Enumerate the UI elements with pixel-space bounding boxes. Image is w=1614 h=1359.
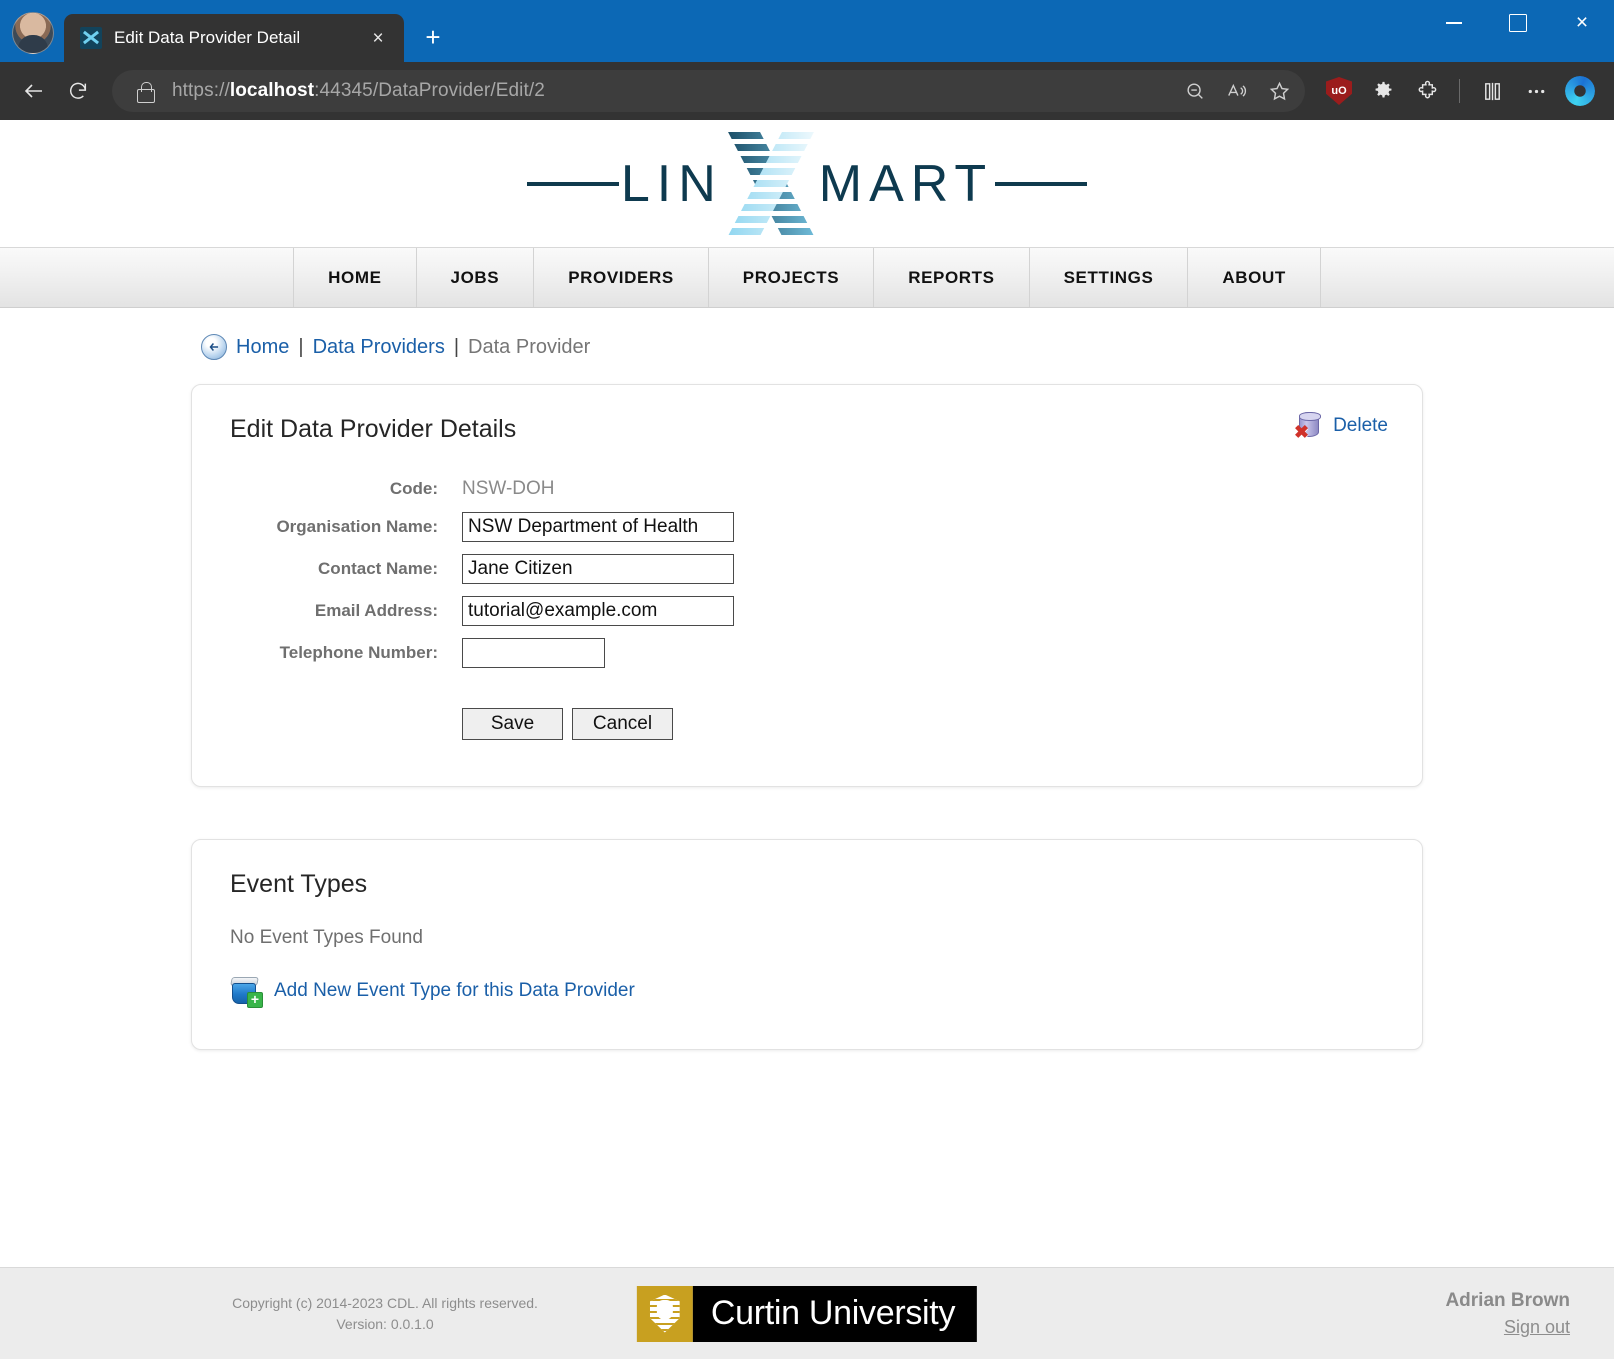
breadcrumb-separator-2: | bbox=[453, 335, 460, 358]
settings-gear-icon[interactable] bbox=[1363, 71, 1403, 111]
toolbar-divider bbox=[1459, 79, 1460, 103]
contact-name-label: Contact Name: bbox=[318, 559, 438, 578]
page-body: Home | Data Providers | Data Provider Ed… bbox=[0, 308, 1614, 1267]
page-viewport: LIN MART HOME JOBS PROVIDERS PROJECTS RE… bbox=[0, 120, 1614, 1359]
field-row-email-address: Email Address: bbox=[230, 596, 1384, 626]
telephone-number-label: Telephone Number: bbox=[279, 643, 438, 662]
user-name: Adrian Brown bbox=[1445, 1289, 1570, 1311]
copilot-icon[interactable] bbox=[1560, 71, 1600, 111]
back-arrow-icon[interactable] bbox=[201, 334, 227, 360]
new-tab-button[interactable]: + bbox=[414, 18, 452, 56]
extensions-puzzle-icon[interactable] bbox=[1407, 71, 1447, 111]
site-header: LIN MART bbox=[0, 120, 1614, 248]
tab-strip: Edit Data Provider Detail × + bbox=[64, 0, 452, 62]
address-bar-actions bbox=[1175, 71, 1299, 111]
copilot-glyph bbox=[1565, 76, 1595, 106]
nav-item-home[interactable]: HOME bbox=[293, 248, 417, 307]
back-icon[interactable] bbox=[14, 71, 54, 111]
minimize-button[interactable] bbox=[1422, 0, 1486, 46]
form-actions: Save Cancel bbox=[462, 708, 673, 740]
organisation-name-label: Organisation Name: bbox=[276, 517, 438, 536]
breadcrumb-current: Data Provider bbox=[468, 335, 591, 358]
page-title: Edit Data Provider Details bbox=[230, 415, 517, 443]
site-footer: Copyright (c) 2014-2023 CDL. All rights … bbox=[0, 1267, 1614, 1359]
more-options-icon[interactable] bbox=[1516, 71, 1556, 111]
nav-item-settings[interactable]: SETTINGS bbox=[1030, 248, 1189, 307]
linxmart-logo[interactable]: LIN MART bbox=[527, 129, 1087, 239]
breadcrumb: Home | Data Providers | Data Provider bbox=[187, 334, 1427, 360]
browser-window: Edit Data Provider Detail × + × https://… bbox=[0, 0, 1614, 1359]
url-text: https://localhost:44345/DataProvider/Edi… bbox=[172, 80, 545, 101]
logo-x-icon bbox=[711, 130, 831, 238]
copyright-text: Copyright (c) 2014-2023 CDL. All rights … bbox=[125, 1293, 645, 1335]
content-container: Home | Data Providers | Data Provider Ed… bbox=[187, 334, 1427, 1050]
form-actions-row: Save Cancel bbox=[230, 680, 1384, 740]
delete-button[interactable]: ✖ Delete bbox=[1294, 411, 1388, 441]
code-value: NSW-DOH bbox=[462, 478, 555, 499]
nav-item-about[interactable]: ABOUT bbox=[1188, 248, 1321, 307]
browser-tab[interactable]: Edit Data Provider Detail × bbox=[64, 14, 404, 62]
logo-text-left: LIN bbox=[620, 154, 723, 213]
field-row-code: Code: NSW-DOH bbox=[230, 478, 1384, 500]
code-label: Code: bbox=[389, 479, 438, 498]
nav-item-jobs[interactable]: JOBS bbox=[417, 248, 535, 307]
nav-item-providers[interactable]: PROVIDERS bbox=[534, 248, 709, 307]
browser-toolbar: https://localhost:44345/DataProvider/Edi… bbox=[0, 62, 1614, 120]
add-database-icon: + bbox=[230, 975, 263, 1008]
event-types-card: Event Types No Event Types Found + Add N… bbox=[191, 839, 1423, 1050]
cancel-button[interactable]: Cancel bbox=[572, 708, 673, 740]
window-close-button[interactable]: × bbox=[1550, 0, 1614, 46]
tab-favicon-icon bbox=[80, 27, 102, 49]
database-delete-icon: ✖ bbox=[1294, 411, 1323, 441]
delete-label: Delete bbox=[1333, 415, 1388, 436]
browser-titlebar: Edit Data Provider Detail × + × bbox=[0, 0, 1614, 62]
lock-icon bbox=[134, 80, 156, 103]
copyright-line-1: Copyright (c) 2014-2023 CDL. All rights … bbox=[232, 1294, 538, 1311]
event-types-empty-message: No Event Types Found bbox=[230, 927, 423, 948]
nav-item-reports[interactable]: REPORTS bbox=[874, 248, 1030, 307]
add-event-type-link[interactable]: + Add New Event Type for this Data Provi… bbox=[230, 975, 1384, 1008]
reload-icon[interactable] bbox=[58, 71, 98, 111]
zoom-out-icon[interactable] bbox=[1175, 71, 1215, 111]
field-row-organisation-name: Organisation Name: bbox=[230, 512, 1384, 542]
window-controls: × bbox=[1422, 0, 1614, 46]
close-icon[interactable]: × bbox=[364, 24, 392, 52]
split-screen-icon[interactable] bbox=[1472, 71, 1512, 111]
logo-rule-right bbox=[995, 181, 1087, 186]
profile-avatar[interactable] bbox=[12, 12, 54, 54]
favorite-star-icon[interactable] bbox=[1259, 71, 1299, 111]
curtin-shield-icon bbox=[636, 1285, 693, 1342]
curtin-university-logo: Curtin University bbox=[636, 1285, 978, 1342]
tab-title: Edit Data Provider Detail bbox=[114, 28, 301, 47]
maximize-button[interactable] bbox=[1486, 0, 1550, 46]
field-row-telephone-number: Telephone Number: bbox=[230, 638, 1384, 668]
shield-icon: uO bbox=[1326, 77, 1352, 105]
breadcrumb-data-providers[interactable]: Data Providers bbox=[313, 336, 445, 359]
field-row-contact-name: Contact Name: bbox=[230, 554, 1384, 584]
data-provider-form: Code: NSW-DOH Organisation Name: Contact… bbox=[230, 478, 1384, 740]
organisation-name-input[interactable] bbox=[462, 512, 734, 542]
telephone-number-input[interactable] bbox=[462, 638, 605, 668]
user-session-block: Adrian Brown Sign out bbox=[1445, 1287, 1570, 1341]
nav-item-projects[interactable]: PROJECTS bbox=[709, 248, 875, 307]
main-navigation: HOME JOBS PROVIDERS PROJECTS REPORTS SET… bbox=[0, 248, 1614, 308]
read-aloud-icon[interactable] bbox=[1217, 71, 1257, 111]
contact-name-input[interactable] bbox=[462, 554, 734, 584]
email-address-input[interactable] bbox=[462, 596, 734, 626]
breadcrumb-separator-1: | bbox=[298, 335, 304, 358]
edit-data-provider-card: Edit Data Provider Details ✖ Delete Code… bbox=[191, 384, 1423, 787]
email-address-label: Email Address: bbox=[314, 601, 438, 620]
version-line: Version: 0.0.1.0 bbox=[336, 1315, 434, 1332]
address-bar[interactable]: https://localhost:44345/DataProvider/Edi… bbox=[112, 70, 1305, 112]
ublock-origin-icon[interactable]: uO bbox=[1319, 71, 1359, 111]
event-types-title: Event Types bbox=[230, 870, 368, 898]
add-event-type-label: Add New Event Type for this Data Provide… bbox=[274, 980, 635, 1001]
save-button[interactable]: Save bbox=[462, 708, 563, 740]
logo-text-right: MART bbox=[818, 154, 994, 213]
logo-rule-left bbox=[527, 181, 619, 186]
breadcrumb-home[interactable]: Home bbox=[236, 336, 289, 359]
curtin-wordmark: Curtin University bbox=[692, 1285, 978, 1342]
sign-out-link[interactable]: Sign out bbox=[1445, 1314, 1570, 1340]
